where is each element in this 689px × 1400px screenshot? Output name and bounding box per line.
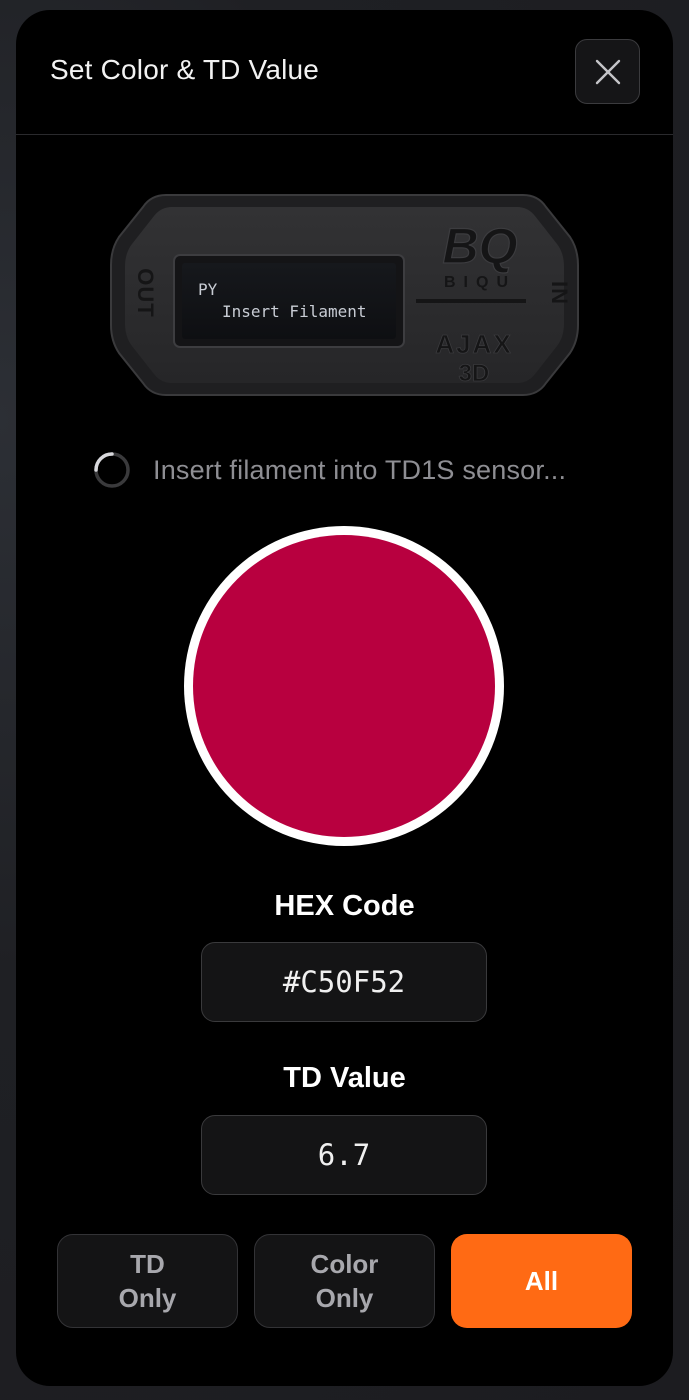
dialog-header: Set Color & TD Value (16, 10, 673, 135)
close-icon (595, 59, 620, 84)
device-product-line2: 3D (459, 360, 490, 387)
td-value-label: TD Value (283, 1062, 406, 1094)
color-only-label: Color Only (310, 1249, 379, 1313)
color-swatch[interactable] (193, 535, 495, 837)
device-in-label: IN (547, 281, 572, 305)
td-value-input[interactable]: 6.7 (201, 1115, 487, 1195)
close-button[interactable] (575, 39, 640, 104)
hex-code-label: HEX Code (274, 890, 415, 922)
set-color-td-dialog: Set Color & TD Value OUT PY Insert Filam… (16, 10, 673, 1386)
apply-all-label: All (524, 1266, 559, 1296)
status-text: Insert filament into TD1S sensor... (153, 454, 567, 485)
action-buttons: TD Only Color Only All (57, 1234, 633, 1328)
apply-all-button[interactable]: All (451, 1234, 632, 1328)
device-brand-name: BIQU (444, 274, 516, 291)
color-only-button[interactable]: Color Only (254, 1234, 435, 1328)
td-only-button[interactable]: TD Only (57, 1234, 238, 1328)
device-screen-line2: Insert Filament (222, 302, 367, 321)
device-brand-logo: BQ (443, 218, 518, 274)
spinner-icon (93, 451, 131, 489)
td1s-sensor-illustration: OUT PY Insert Filament BQ BIQU AJAX 3D I… (110, 194, 579, 396)
device-out-label: OUT (133, 268, 158, 317)
device-screen-line1: PY (198, 280, 218, 299)
sensor-status: Insert filament into TD1S sensor... (93, 450, 566, 490)
dialog-title: Set Color & TD Value (50, 54, 320, 85)
hex-code-input[interactable]: #C50F52 (201, 942, 487, 1022)
td-only-label: TD Only (118, 1249, 177, 1313)
device-product-line1: AJAX (435, 329, 512, 359)
color-swatch-ring (184, 526, 504, 846)
